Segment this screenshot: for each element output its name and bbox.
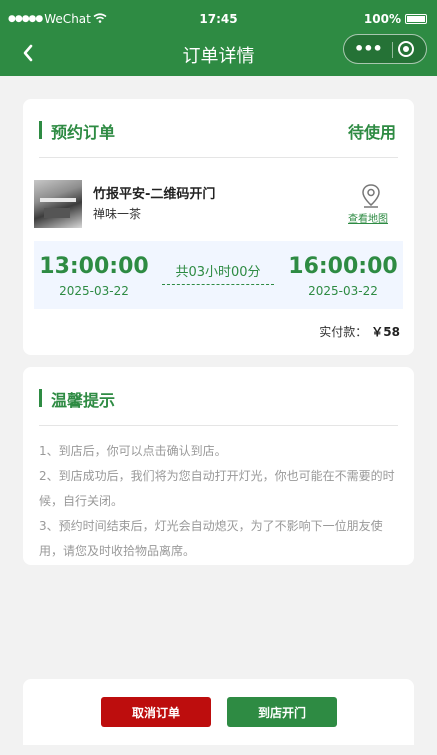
order-status: 待使用 [347,123,396,142]
tips-body: 1、到店后，你可以点击确认到店。 2、到店成功后，我们将为您自动打开灯光，你也可… [39,439,400,564]
action-bar: 取消订单 到店开门 [23,679,414,745]
tip-line: 1、到店后，你可以点击确认到店。 [39,444,227,458]
duration: 共03小时00分 [162,261,274,285]
end-date: 2025-03-22 [308,284,378,298]
capsule-divider [392,42,393,58]
tips-card: 温馨提示 1、到店后，你可以点击确认到店。 2、到店成功后，我们将为您自动打开灯… [23,367,414,565]
store-subtitle: 禅味一茶 [93,207,142,221]
open-door-button[interactable]: 到店开门 [227,697,337,727]
tip-line: 3、预约时间结束后，灯光会自动熄灭，为了不影响下一位朋友使用，请您及时收拾物品离… [39,519,383,558]
more-icon[interactable]: ••• [354,39,383,59]
order-section-title: 预约订单 [51,123,116,142]
map-pin-icon[interactable] [360,183,382,209]
status-right: 100% [364,12,427,26]
order-header: 预约订单 待使用 [39,117,398,158]
battery-icon [405,14,427,24]
store-name: 竹报平安-二维码开门 [93,187,216,202]
battery-label: 100% [363,12,401,26]
end-time: 16:00:00 [288,254,398,279]
view-map-link[interactable]: 查看地图 [348,210,388,225]
order-card: 预约订单 待使用 竹报平安-二维码开门 禅味一茶 查看地图 13:00:00 2… [23,99,414,355]
end-block: 16:00:00 2025-03-22 [283,253,403,298]
status-bar: ●●●●● WeChat 17:45 100% [0,0,437,34]
booking-time-panel: 13:00:00 2025-03-22 共03小时00分 16:00:00 20… [34,241,403,309]
app-header: ●●●●● WeChat 17:45 100% 订单详情 ••• [0,0,437,76]
section-marker [39,121,42,139]
paid-summary: 实付款： ￥58 [319,323,400,340]
close-target-icon[interactable] [398,41,414,57]
tip-line: 2、到店成功后，我们将为您自动打开灯光，你也可能在不需要的时候，自行关闭。 [39,469,395,508]
cancel-order-button[interactable]: 取消订单 [101,697,211,727]
store-thumbnail [34,180,82,228]
mini-program-capsule: ••• [343,34,427,64]
tips-section-title: 温馨提示 [51,391,116,410]
start-block: 13:00:00 2025-03-22 [34,253,154,298]
start-date: 2025-03-22 [59,284,129,298]
paid-amount: ￥58 [371,325,400,339]
paid-label: 实付款： [319,325,368,339]
nav-bar: 订单详情 ••• [0,32,437,74]
section-marker [39,389,42,407]
start-time: 13:00:00 [39,254,149,279]
tips-header: 温馨提示 [39,385,398,426]
